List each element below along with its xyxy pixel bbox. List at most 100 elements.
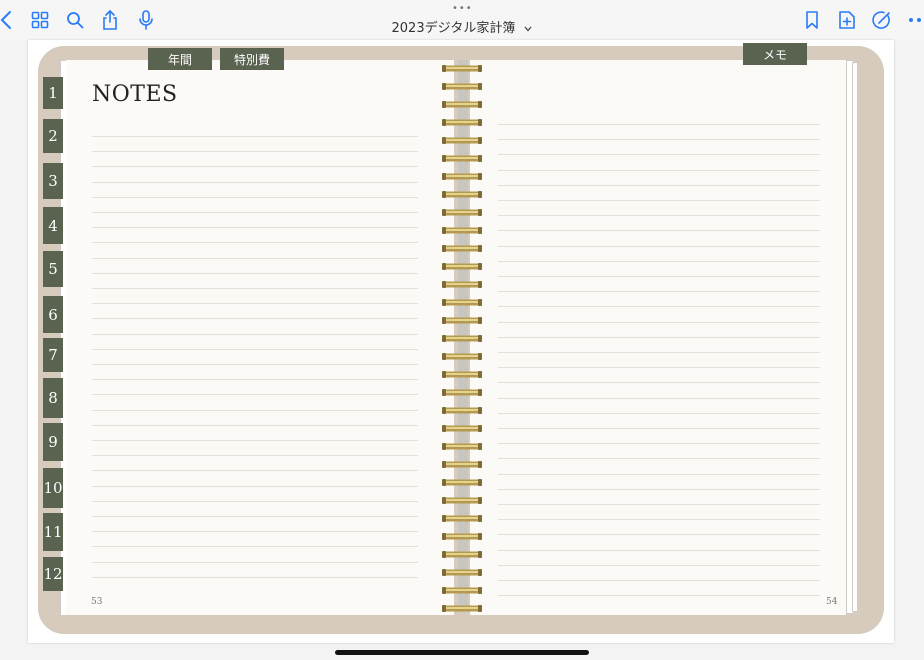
ruled-line — [498, 488, 820, 490]
ruled-line — [498, 473, 820, 475]
multitasking-grabber[interactable]: ••• — [452, 4, 472, 14]
month-tab-5[interactable]: 5 — [43, 251, 63, 287]
month-tab-11[interactable]: 11 — [43, 513, 63, 551]
spiral-ring — [442, 299, 482, 306]
right-page-edge-2 — [852, 62, 858, 612]
ruled-line — [92, 166, 418, 168]
left-page-number: 53 — [91, 597, 103, 607]
spiral-ring — [442, 209, 482, 216]
ruled-line — [498, 306, 820, 308]
page-title: NOTES — [92, 82, 178, 107]
spiral-ring — [442, 551, 482, 558]
ruled-line — [498, 139, 820, 141]
spiral-ring — [442, 119, 482, 126]
more-icon[interactable] — [904, 8, 924, 32]
ruled-line — [92, 257, 418, 259]
ruled-line — [92, 546, 418, 548]
ruled-line — [498, 504, 820, 505]
ruled-line — [498, 124, 820, 125]
ruled-line — [92, 136, 418, 137]
tab-annual[interactable]: 年間 — [148, 48, 212, 70]
month-tab-6[interactable]: 6 — [43, 296, 63, 333]
spiral-ring — [442, 281, 482, 288]
ruled-line — [92, 424, 418, 426]
spiral-ring — [442, 263, 482, 270]
spiral-ring — [442, 155, 482, 162]
document-title-text: 2023デジタル家計簿 — [391, 21, 516, 36]
spiral-ring — [442, 101, 482, 108]
ruled-line — [498, 397, 820, 399]
ruled-line — [498, 291, 820, 293]
month-tab-12[interactable]: 12 — [43, 557, 63, 591]
ruled-line — [92, 318, 418, 320]
right-notes-page[interactable] — [470, 60, 846, 615]
right-page-number: 54 — [826, 597, 838, 607]
month-tab-8[interactable]: 8 — [43, 378, 63, 418]
ruled-line — [498, 245, 820, 247]
month-tab-3[interactable]: 3 — [43, 163, 63, 199]
month-tab-7[interactable]: 7 — [43, 338, 63, 372]
ruled-line — [498, 169, 820, 171]
bookmark-icon[interactable] — [800, 8, 824, 32]
ruled-line — [498, 382, 820, 384]
tab-special-expenses[interactable]: 特別費 — [220, 48, 284, 70]
month-tab-4[interactable]: 4 — [43, 207, 63, 244]
document-title[interactable]: 2023デジタル家計簿 — [0, 17, 924, 36]
month-tab-9[interactable]: 9 — [43, 423, 63, 461]
spiral-ring — [442, 227, 482, 234]
spiral-ring — [442, 533, 482, 540]
ruled-line — [92, 272, 418, 274]
spiral-ring — [442, 83, 482, 90]
spiral-ring — [442, 317, 482, 324]
ruled-line — [498, 276, 820, 277]
ruled-line — [498, 184, 820, 186]
ruled-line — [498, 154, 820, 156]
ruled-line — [498, 564, 820, 566]
tab-memo[interactable]: メモ — [743, 43, 807, 65]
ruled-line — [92, 576, 418, 578]
ruled-line — [92, 379, 418, 381]
ruled-line — [92, 500, 418, 502]
ruled-line — [92, 455, 418, 457]
ruled-line — [92, 440, 418, 441]
month-tab-1[interactable]: 1 — [43, 77, 63, 109]
app-toolbar: ••• 2023デジタル家計簿 — [0, 0, 924, 40]
ruled-line — [92, 394, 418, 396]
ruled-line — [92, 333, 418, 335]
month-tab-2[interactable]: 2 — [43, 119, 63, 153]
spiral-ring — [442, 515, 482, 522]
month-tab-10[interactable]: 10 — [43, 468, 63, 508]
spiral-ring — [442, 191, 482, 198]
ruled-line — [498, 549, 820, 551]
ruled-line — [92, 348, 418, 350]
spiral-ring — [442, 353, 482, 360]
ruled-line — [498, 321, 820, 323]
ruled-line — [498, 443, 820, 445]
spiral-ring — [442, 407, 482, 414]
ruled-line — [498, 200, 820, 201]
spiral-ring — [442, 425, 482, 432]
add-page-icon[interactable] — [835, 8, 859, 32]
spiral-ring — [442, 569, 482, 576]
spiral-ring — [442, 461, 482, 468]
spiral-ring — [442, 245, 482, 252]
markup-icon[interactable] — [870, 8, 894, 32]
spiral-ring — [442, 137, 482, 144]
ruled-line — [92, 181, 418, 183]
ruled-line — [498, 595, 820, 597]
spiral-ring — [442, 587, 482, 594]
home-indicator[interactable] — [335, 650, 589, 655]
ruled-line — [92, 151, 418, 153]
ruled-line — [92, 303, 418, 305]
ruled-line — [92, 516, 418, 517]
ruled-line — [92, 196, 418, 198]
ruled-line — [498, 412, 820, 414]
ruled-line — [92, 531, 418, 533]
left-notes-page[interactable] — [66, 60, 454, 615]
ruled-line — [498, 352, 820, 353]
ruled-line — [92, 288, 418, 289]
spiral-ring — [442, 335, 482, 342]
ruled-line — [498, 534, 820, 536]
ruled-line — [498, 367, 820, 369]
ruled-line — [498, 428, 820, 429]
